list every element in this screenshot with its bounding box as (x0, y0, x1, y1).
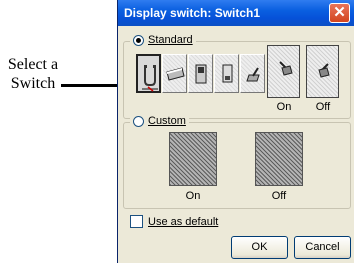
use-default-label: Use as default (148, 215, 219, 228)
toggle-bat-icon (222, 64, 233, 83)
cancel-button[interactable]: Cancel (294, 236, 351, 259)
close-button[interactable]: ✕ (329, 3, 350, 23)
standard-off-label: Off (315, 101, 331, 113)
custom-off-image[interactable] (255, 132, 303, 186)
rocker-flat-icon (166, 67, 185, 81)
toggle-magnet-icon (142, 65, 158, 92)
callout-line-2: Switch (10, 75, 56, 92)
switch-off-icon (318, 63, 330, 78)
use-default-checkbox[interactable] (130, 215, 143, 228)
standard-on-label: On (276, 101, 292, 113)
switch-style-1-button[interactable] (136, 54, 161, 93)
standard-on-preview (267, 45, 300, 98)
standard-off-preview (306, 45, 339, 98)
custom-group (123, 122, 351, 209)
custom-on-image[interactable] (169, 132, 217, 186)
custom-label: Custom (148, 115, 186, 127)
custom-radio[interactable] (133, 115, 144, 127)
custom-radio-row[interactable]: Custom (130, 115, 189, 127)
standard-radio[interactable] (133, 34, 144, 46)
standard-radio-row[interactable]: Standard (130, 34, 196, 46)
custom-on-label: On (185, 190, 201, 202)
switch-style-3-button[interactable] (188, 54, 213, 93)
use-default-row[interactable]: Use as default (130, 215, 218, 228)
title-bar[interactable]: Display switch: Switch1 ✕ (118, 0, 354, 26)
dialog-title: Display switch: Switch1 (124, 6, 261, 20)
ok-button[interactable]: OK (231, 236, 288, 259)
display-switch-dialog: Display switch: Switch1 ✕ Standard On Of… (117, 0, 354, 263)
custom-off-label: Off (271, 190, 287, 202)
close-icon: ✕ (333, 4, 346, 21)
switch-style-4-button[interactable] (214, 54, 239, 93)
switch-style-2-button[interactable] (162, 54, 187, 93)
switch-on-icon (279, 61, 293, 76)
lever-icon (246, 67, 260, 82)
slide-vertical-icon (195, 64, 207, 84)
switch-style-5-button[interactable] (240, 54, 265, 93)
callout-text: Select a Switch (0, 55, 66, 93)
callout-line-1: Select a (7, 56, 59, 73)
standard-label: Standard (148, 34, 193, 46)
